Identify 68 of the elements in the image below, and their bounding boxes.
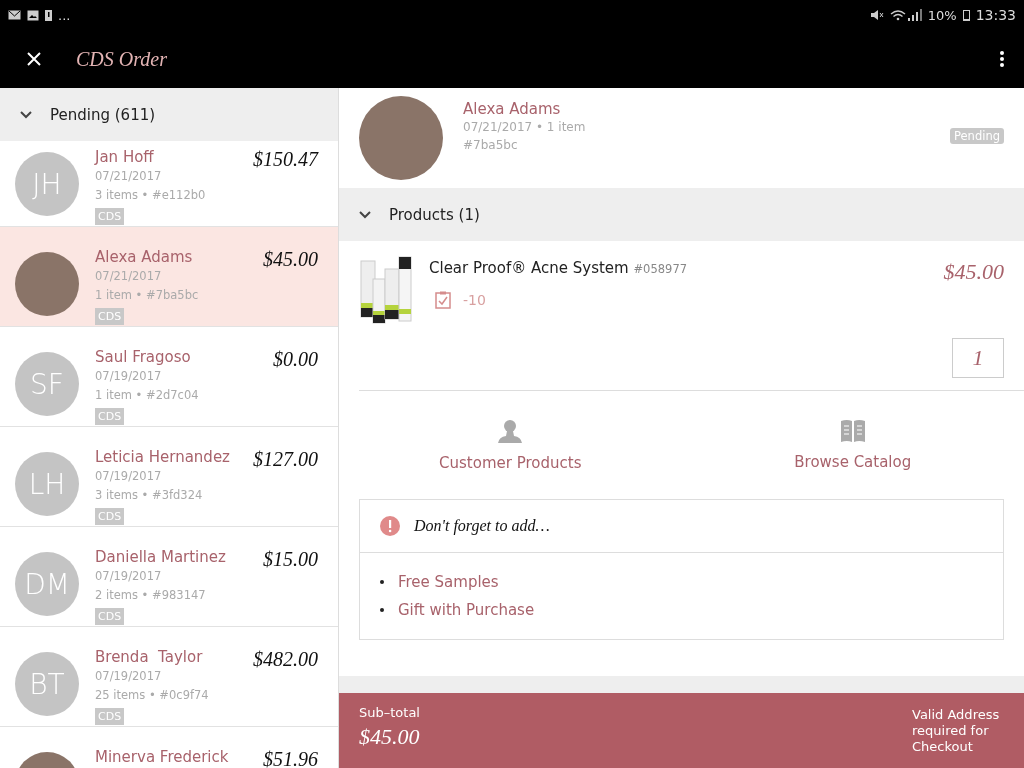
order-date: 07/21/2017 bbox=[95, 168, 163, 185]
group-label: Pending (611) bbox=[50, 105, 156, 124]
person-icon bbox=[497, 418, 524, 444]
reminder-title: Don't forget to add… bbox=[414, 517, 550, 535]
more-notifications: ... bbox=[58, 7, 71, 23]
order-date: 07/19/2017 bbox=[95, 368, 163, 385]
quantity-field[interactable]: 1 bbox=[952, 338, 1004, 378]
more-menu-button[interactable] bbox=[1000, 50, 1004, 68]
alert-icon bbox=[380, 516, 400, 536]
chevron-icon[interactable] bbox=[20, 110, 32, 119]
order-summary: 3 items • #e112b0 bbox=[95, 187, 207, 204]
customer-name: Brenda Taylor bbox=[95, 648, 204, 666]
pending-group-header[interactable]: Pending (611) bbox=[0, 88, 338, 141]
subtotal-amount: $45.00 bbox=[359, 724, 420, 750]
battery-icon bbox=[962, 9, 970, 21]
mail-icon bbox=[8, 10, 21, 20]
order-date: 07/19/2017 bbox=[95, 668, 163, 685]
order-total: $15.00 bbox=[263, 548, 318, 572]
product-name: Clear Proof® Acne System #058977 bbox=[429, 259, 689, 277]
mute-icon bbox=[869, 9, 884, 21]
order-total: $127.00 bbox=[253, 448, 318, 472]
order-summary: 25 items • #0c9f74 bbox=[95, 687, 210, 704]
order-date: 07/19/2017 bbox=[95, 568, 163, 585]
order-total: $0.00 bbox=[273, 348, 318, 372]
products-label: Products (1) bbox=[389, 205, 480, 224]
customer-products-button[interactable]: Customer Products bbox=[339, 391, 682, 499]
order-date: 07/19/2017 bbox=[95, 468, 163, 485]
customer-name: Daniella Martinez bbox=[95, 548, 227, 566]
initials-avatar: LH bbox=[15, 452, 79, 516]
initials-avatar: DM bbox=[15, 552, 79, 616]
clock-time: 13:33 bbox=[975, 7, 1016, 23]
order-total: $51.96 bbox=[263, 748, 318, 768]
reminder-link[interactable]: Gift with Purchase bbox=[398, 601, 535, 619]
app-title: CDS Order bbox=[76, 47, 168, 71]
battery-percent: 10% bbox=[927, 7, 957, 23]
order-summary: 1 item • #2d7c04 bbox=[95, 387, 200, 404]
order-total: $150.47 bbox=[253, 148, 318, 172]
order-id: #7ba5bc bbox=[463, 137, 519, 154]
clipboard-check-icon bbox=[435, 291, 451, 309]
reminder-link[interactable]: Free Samples bbox=[398, 573, 499, 591]
initials-avatar: SF bbox=[15, 352, 79, 416]
subtotal-label: Sub–total bbox=[359, 705, 420, 720]
order-summary: 2 items • #983147 bbox=[95, 587, 207, 604]
order-summary: 3 items • #3fd324 bbox=[95, 487, 204, 504]
close-button[interactable] bbox=[26, 51, 42, 67]
order-total: $482.00 bbox=[253, 648, 318, 672]
customer-name: Jan Hoff bbox=[95, 148, 155, 166]
customer-name: Leticia Hernandez bbox=[95, 448, 231, 466]
battery-alert-icon bbox=[45, 9, 52, 21]
order-date: 07/21/2017 bbox=[95, 268, 163, 285]
order-summary: 07/21/2017 • 1 item bbox=[463, 119, 587, 136]
customer-name: Alexa Adams bbox=[95, 248, 194, 266]
browse-catalog-button[interactable]: Browse Catalog bbox=[681, 391, 1024, 499]
customer-name: Minerva Frederick bbox=[95, 748, 230, 766]
signal-icon bbox=[889, 9, 922, 21]
book-icon bbox=[839, 419, 866, 443]
order-summary: 1 item • #7ba5bc bbox=[95, 287, 200, 304]
customer-name: Saul Fragoso bbox=[95, 348, 192, 366]
checkout-notice: Valid Address required for Checkout bbox=[912, 707, 1001, 756]
order-total: $45.00 bbox=[263, 248, 318, 272]
image-icon bbox=[27, 9, 39, 21]
initials-avatar: BT bbox=[15, 652, 79, 716]
points-value: -10 bbox=[463, 292, 486, 308]
chevron-icon[interactable] bbox=[359, 210, 371, 219]
initials-avatar: JH bbox=[15, 152, 79, 216]
customer-name: Alexa Adams bbox=[463, 100, 562, 118]
product-price: $45.00 bbox=[943, 259, 1004, 285]
products-header[interactable]: Products (1) bbox=[339, 188, 1024, 241]
